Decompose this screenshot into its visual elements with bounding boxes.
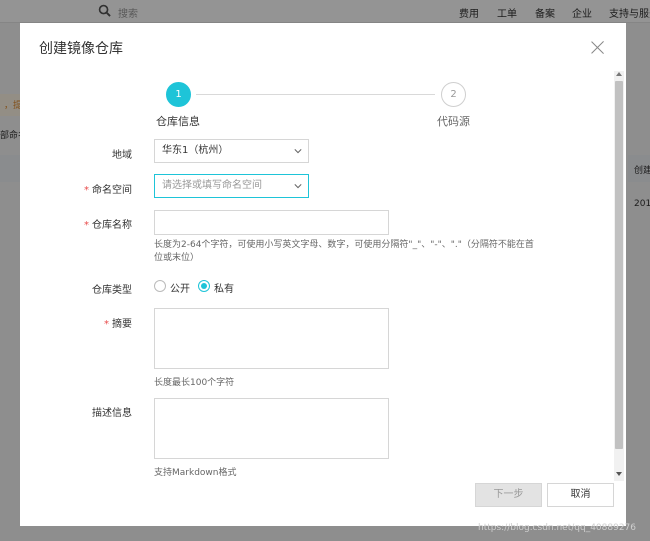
step-connector [196,94,435,95]
create-repo-dialog: 创建镜像仓库 1 2 仓库信息 代码源 地域 华东1（杭州） * 命名空间 请选择… [20,23,626,526]
description-hint: 支持Markdown格式 [154,468,237,478]
description-label: 描述信息 [92,408,132,419]
dialog-title: 创建镜像仓库 [39,41,123,57]
radio-public-label[interactable]: 公开 [170,280,190,295]
required-mark: * [104,319,109,330]
scroll-down-arrow-icon[interactable] [616,472,622,476]
namespace-placeholder: 请选择或填写命名空间 [162,180,262,191]
cancel-button[interactable]: 取消 [547,483,614,507]
scrollbar-thumb[interactable] [615,81,623,449]
required-mark: * [84,185,89,196]
region-value: 华东1（杭州） [162,145,229,156]
required-mark: * [84,220,89,231]
summary-label: * 摘要 [104,319,132,330]
repo-name-hint: 长度为2-64个字符，可使用小写英文字母、数字，可使用分隔符"_"、"-"、".… [154,240,534,263]
namespace-label: * 命名空间 [84,185,132,196]
region-label: 地域 [112,150,132,161]
summary-textarea[interactable] [154,308,389,369]
watermark: https://blog.csdn.net/qq_40889276 [478,523,637,533]
scroll-up-arrow-icon[interactable] [616,72,622,76]
repo-type-label: 仓库类型 [92,285,132,296]
step-2-label: 代码源 [437,115,470,128]
description-textarea[interactable] [154,398,389,459]
radio-private-label[interactable]: 私有 [214,280,234,295]
repo-name-input[interactable] [154,210,389,235]
next-step-button[interactable]: 下一步 [475,483,542,507]
chevron-down-icon [294,184,302,189]
chevron-down-icon [294,149,302,154]
step-1-indicator: 1 [166,82,191,107]
region-select[interactable]: 华东1（杭州） [154,139,309,163]
radio-private[interactable] [198,280,210,292]
repo-name-label: * 仓库名称 [84,220,132,231]
summary-hint: 长度最长100个字符 [154,378,235,388]
step-2-indicator: 2 [441,82,466,107]
namespace-select[interactable]: 请选择或填写命名空间 [154,174,309,198]
step-1-label: 仓库信息 [156,115,200,128]
close-icon[interactable] [591,40,605,54]
radio-public[interactable] [154,280,166,292]
